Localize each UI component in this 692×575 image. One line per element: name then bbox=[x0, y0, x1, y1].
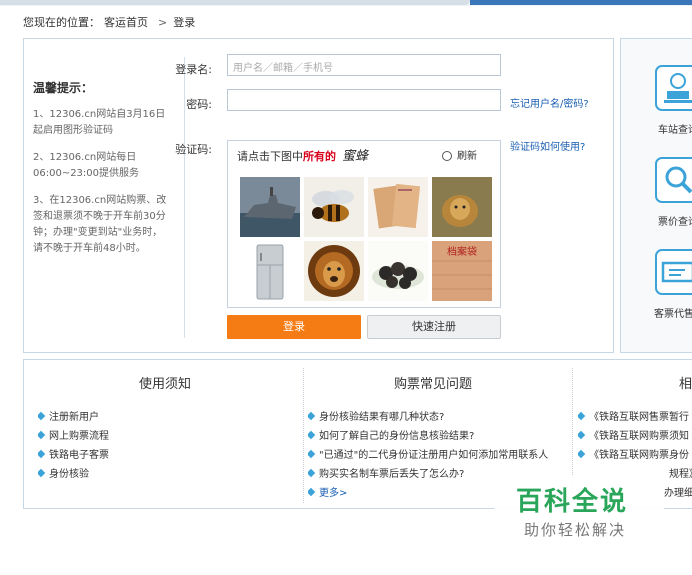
column-title-related: 相 bbox=[679, 377, 692, 392]
diamond-bullet-icon bbox=[38, 430, 46, 440]
captcha-tile-envelopes[interactable] bbox=[368, 177, 428, 237]
diamond-bullet-icon bbox=[308, 468, 316, 478]
captcha-tile-archive-bag[interactable]: 档案袋 bbox=[432, 241, 492, 301]
list-item[interactable]: 《铁路互联网售票暂行 bbox=[578, 408, 692, 423]
watermark-subtitle: 助你轻松解决 bbox=[524, 521, 627, 539]
forgot-password-link[interactable]: 忘记用户名/密码? bbox=[510, 95, 589, 110]
diamond-bullet-icon bbox=[38, 411, 46, 421]
quick-register-button[interactable]: 快速注册 bbox=[367, 315, 501, 339]
list-item[interactable]: 铁路电子客票 bbox=[38, 446, 298, 461]
tips-title: 温馨提示： bbox=[33, 81, 94, 95]
login-panel: 温馨提示： 1、12306.cn网站自3月16日起启用图形验证码 2、12306… bbox=[23, 38, 614, 353]
list-item[interactable]: 注册新用户 bbox=[38, 408, 298, 423]
username-label: 登录名: bbox=[175, 63, 212, 76]
service-panel: 车站查询 票价查询 客票代售 bbox=[620, 38, 692, 353]
diamond-bullet-icon bbox=[38, 468, 46, 478]
tip-item: 3、在12306.cn网站购票、改签和退票须不晚于开车前30分钟；办理"变更到站… bbox=[33, 195, 167, 254]
captcha-tile-warship[interactable] bbox=[240, 177, 300, 237]
login-button[interactable]: 登录 bbox=[227, 315, 361, 339]
list-item[interactable]: 网上购票流程 bbox=[38, 427, 298, 442]
breadcrumb-prefix: 您现在的位置： bbox=[23, 16, 100, 29]
captcha-target-word: 蜜蜂 bbox=[342, 149, 369, 164]
password-label: 密码: bbox=[186, 98, 212, 111]
captcha-refresh-button[interactable]: 刷新 bbox=[442, 147, 492, 163]
breadcrumb-separator: > bbox=[158, 16, 168, 29]
captcha-tile-lion[interactable] bbox=[304, 241, 364, 301]
list-item[interactable]: 如何了解自己的身份信息核验结果? bbox=[308, 427, 570, 442]
service-label-station[interactable]: 车站查询 bbox=[658, 121, 692, 136]
list-item[interactable]: 办理细 bbox=[664, 484, 692, 499]
list-item[interactable]: 身份核验结果有哪几种状态? bbox=[308, 408, 570, 423]
column-title-notice: 使用须知 bbox=[139, 377, 192, 392]
station-icon[interactable] bbox=[655, 65, 692, 111]
list-item[interactable]: 规程》 bbox=[669, 465, 692, 480]
captcha-tile-refrigerator[interactable] bbox=[240, 241, 300, 301]
diamond-bullet-icon bbox=[308, 449, 316, 459]
username-input[interactable]: 用户名／邮箱／手机号 bbox=[227, 54, 501, 76]
list-item[interactable]: 《铁路互联网购票身份 bbox=[578, 446, 692, 461]
list-item[interactable]: 《铁路互联网购票须知 bbox=[578, 427, 692, 442]
captcha-help-link[interactable]: 验证码如何使用? bbox=[510, 138, 585, 153]
captcha-tile-bee[interactable] bbox=[304, 177, 364, 237]
diamond-bullet-icon bbox=[308, 487, 316, 497]
tip-item: 2、12306.cn网站每日06:00~23:00提供服务 bbox=[33, 152, 140, 179]
diamond-bullet-icon bbox=[578, 449, 586, 459]
diamond-bullet-icon bbox=[308, 430, 316, 440]
password-input[interactable] bbox=[227, 89, 501, 111]
list-item[interactable]: "已通过"的二代身份证注册用户如何添加常用联系人 bbox=[308, 446, 570, 461]
service-label-agent[interactable]: 客票代售 bbox=[654, 305, 692, 320]
top-bar-accent bbox=[470, 0, 692, 5]
diamond-bullet-icon bbox=[308, 411, 316, 421]
archive-bag-text: 档案袋 bbox=[447, 245, 477, 258]
refresh-icon bbox=[442, 151, 452, 161]
diamond-bullet-icon bbox=[578, 411, 586, 421]
captcha-tile-lion[interactable] bbox=[432, 177, 492, 237]
faq-more-link[interactable]: 更多> bbox=[308, 484, 408, 499]
column-title-faq: 购票常见问题 bbox=[394, 377, 473, 392]
top-bar-tab bbox=[0, 0, 470, 5]
diamond-bullet-icon bbox=[38, 449, 46, 459]
ticket-agent-icon[interactable] bbox=[655, 249, 692, 295]
fare-search-icon[interactable] bbox=[655, 157, 692, 203]
service-label-fare[interactable]: 票价查询 bbox=[658, 213, 692, 228]
captcha-box: 请点击下图中所有的 蜜蜂 刷新 档案袋 bbox=[227, 140, 501, 308]
list-item[interactable]: 身份核验 bbox=[38, 465, 298, 480]
captcha-prompt: 请点击下图中所有的 bbox=[237, 150, 336, 163]
diamond-bullet-icon bbox=[578, 430, 586, 440]
breadcrumb-home-link[interactable]: 客运首页 bbox=[104, 16, 148, 29]
breadcrumb: 您现在的位置： 客运首页 > 登录 bbox=[23, 14, 199, 30]
captcha-label: 验证码: bbox=[175, 143, 212, 156]
watermark-title: 百科全说 bbox=[516, 487, 629, 517]
captcha-tile-candies[interactable] bbox=[368, 241, 428, 301]
breadcrumb-current: 登录 bbox=[173, 16, 196, 29]
column-divider bbox=[303, 368, 304, 503]
tip-item: 1、12306.cn网站自3月16日起启用图形验证码 bbox=[33, 109, 166, 136]
